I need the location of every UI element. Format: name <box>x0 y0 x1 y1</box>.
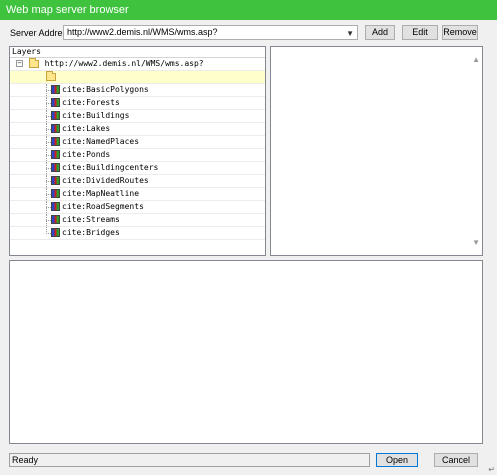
layer-row[interactable]: cite:Lakes <box>10 123 265 136</box>
server-address-value: http://www2.demis.nl/WMS/wms.asp? <box>67 27 218 37</box>
tree-connector <box>46 142 51 143</box>
layer-icon <box>51 111 60 120</box>
tree-rows: − http://www2.demis.nl/WMS/wms.asp? cite… <box>10 57 265 240</box>
layer-label: cite:Buildingcenters <box>62 163 159 172</box>
layer-icon <box>51 137 60 146</box>
tree-connector <box>46 220 51 221</box>
layer-icon <box>51 85 60 94</box>
open-button[interactable]: Open <box>376 453 418 467</box>
layer-row[interactable]: cite:BasicPolygons <box>10 84 265 97</box>
scroll-up-icon[interactable]: ▲ <box>472 55 480 64</box>
layer-row[interactable]: cite:Buildingcenters <box>10 162 265 175</box>
resize-grip-icon[interactable]: ↵ <box>488 465 495 474</box>
layer-label: cite:BasicPolygons <box>62 85 149 94</box>
layer-icon <box>51 189 60 198</box>
remove-button[interactable]: Remove <box>442 25 478 40</box>
collapse-icon[interactable]: − <box>16 60 23 67</box>
tree-connector <box>46 207 51 208</box>
layers-tree[interactable]: Layers − http://www2.demis.nl/WMS/wms.as… <box>9 46 266 256</box>
status-bar: Ready <box>9 453 370 467</box>
layer-icon <box>51 202 60 211</box>
layer-details-panel[interactable]: ▲ ▼ <box>270 46 483 256</box>
layer-row[interactable]: cite:RoadSegments <box>10 201 265 214</box>
layer-icon <box>51 228 60 237</box>
tree-connector <box>46 194 51 195</box>
layer-label: cite:DividedRoutes <box>62 176 149 185</box>
tree-connector <box>46 90 51 91</box>
layer-label: cite:MapNeatline <box>62 189 140 198</box>
layer-row[interactable]: cite:DividedRoutes <box>10 175 265 188</box>
tree-connector <box>46 233 51 234</box>
layer-label: cite:Forests <box>62 98 120 107</box>
layer-row[interactable]: cite:Buildings <box>10 110 265 123</box>
tree-connector <box>46 155 51 156</box>
layer-label: cite:Lakes <box>62 124 111 133</box>
layer-icon <box>51 98 60 107</box>
layer-row[interactable]: cite:Bridges <box>10 227 265 240</box>
tree-connector <box>46 168 51 169</box>
cancel-button[interactable]: Cancel <box>434 453 478 467</box>
server-address-combobox[interactable]: http://www2.demis.nl/WMS/wms.asp? ▼ <box>63 25 358 40</box>
tree-connector <box>46 129 51 130</box>
layer-label: cite:Buildings <box>62 111 130 120</box>
tree-connector <box>46 116 51 117</box>
layer-icon <box>51 215 60 224</box>
layer-row[interactable]: cite:MapNeatline <box>10 188 265 201</box>
tree-root-label: http://www2.demis.nl/WMS/wms.asp? <box>44 59 204 68</box>
window-title: Web map server browser <box>0 0 497 20</box>
tree-connector <box>46 103 51 104</box>
layer-label: cite:Ponds <box>62 150 111 159</box>
layer-icon <box>51 150 60 159</box>
add-button[interactable]: Add <box>365 25 395 40</box>
chevron-down-icon[interactable]: ▼ <box>346 27 354 40</box>
edit-button[interactable]: Edit <box>402 25 438 40</box>
layer-icon <box>51 124 60 133</box>
layer-label: cite:NamedPlaces <box>62 137 140 146</box>
preview-panel <box>9 260 483 444</box>
layer-icon <box>51 176 60 185</box>
scroll-down-icon[interactable]: ▼ <box>472 238 480 247</box>
layers-header: Layers <box>10 47 265 58</box>
layer-row[interactable]: cite:Ponds <box>10 149 265 162</box>
layer-label: cite:Streams <box>62 215 120 224</box>
layer-row[interactable]: cite:Forests <box>10 97 265 110</box>
tree-connector <box>46 181 51 182</box>
tree-folder-row[interactable] <box>10 70 265 84</box>
layer-icon <box>51 163 60 172</box>
layer-label: cite:Bridges <box>62 228 120 237</box>
layer-row[interactable]: cite:Streams <box>10 214 265 227</box>
folder-icon <box>45 70 56 81</box>
layer-row[interactable]: cite:NamedPlaces <box>10 136 265 149</box>
folder-icon <box>28 57 39 68</box>
tree-root-row[interactable]: − http://www2.demis.nl/WMS/wms.asp? <box>10 57 265 71</box>
layer-label: cite:RoadSegments <box>62 202 144 211</box>
